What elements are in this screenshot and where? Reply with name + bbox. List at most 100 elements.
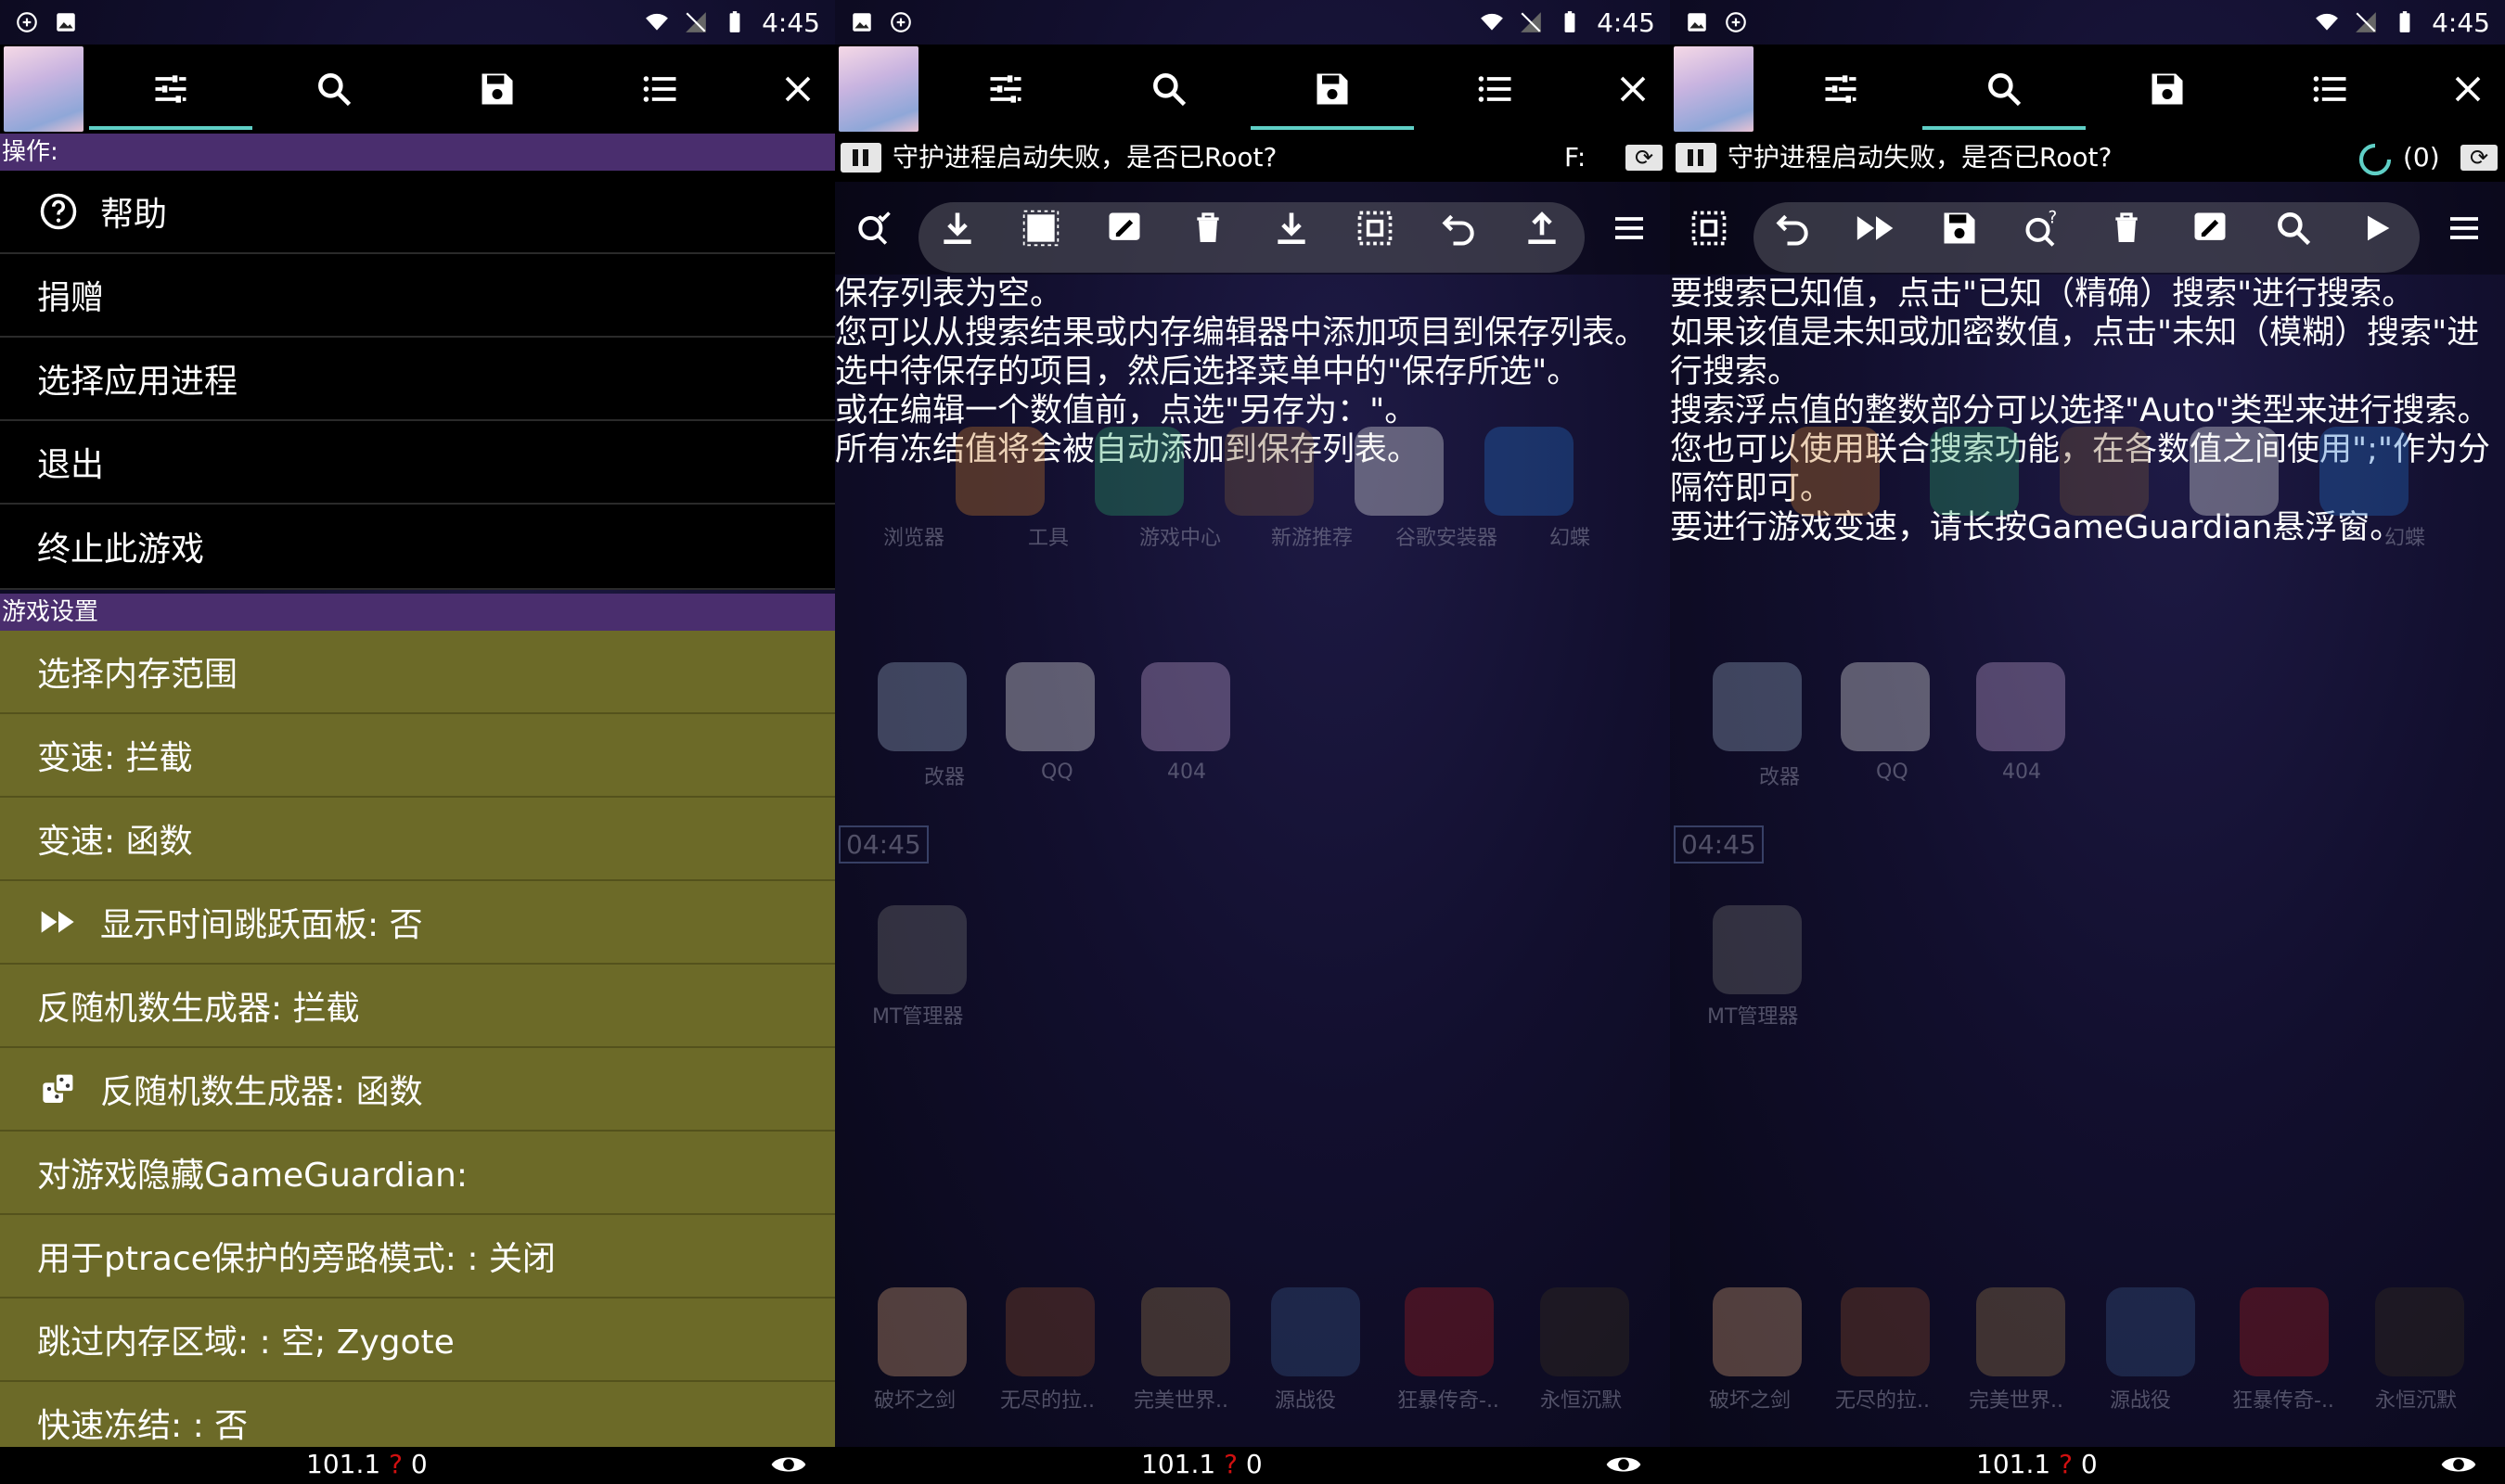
menu-item-kill-game[interactable]: 终止此游戏: [0, 505, 835, 590]
help-line: 或在编辑一个数值前，点选"另存为："。: [835, 392, 1418, 429]
count-label: 0: [410, 1449, 428, 1479]
tab-settings[interactable]: [89, 45, 252, 134]
setting-speed-function[interactable]: 变速: 函数: [0, 798, 835, 881]
setting-label: 选择内存范围: [37, 656, 238, 694]
tab-saved[interactable]: [2086, 45, 2249, 134]
bg-app-label: 永恒沉默: [2375, 1389, 2458, 1413]
eye-icon[interactable]: [770, 1451, 807, 1478]
eye-icon[interactable]: [2440, 1451, 2477, 1478]
app-avatar[interactable]: [1674, 46, 1754, 132]
setting-label: 跳过内存区域: : 空; Zygote: [37, 1324, 455, 1362]
undo-icon[interactable]: [1434, 204, 1483, 252]
select-region-icon[interactable]: [1351, 204, 1399, 252]
close-icon: [2455, 76, 2481, 102]
menu-item-select-process[interactable]: 选择应用进程: [0, 338, 835, 421]
setting-anti-rng-intercept[interactable]: 反随机数生成器: 拦截: [0, 965, 835, 1048]
menu-icon[interactable]: [2440, 204, 2488, 252]
bg-app-label: 404: [1167, 761, 1206, 784]
select-region-icon[interactable]: [1685, 204, 1733, 252]
saved-actions-bar: [835, 182, 1670, 275]
tab-settings[interactable]: [924, 45, 1087, 134]
fast-forward-icon[interactable]: [1852, 204, 1900, 252]
image-notification-icon: [853, 13, 871, 32]
bg-app-label: 浏览器: [883, 527, 945, 550]
menu-icon[interactable]: [1605, 204, 1653, 252]
app-avatar[interactable]: [4, 46, 84, 132]
fuzzy-search-icon[interactable]: ?: [2019, 204, 2067, 252]
bg-app-label: 永恒沉默: [1540, 1389, 1623, 1413]
edit-icon[interactable]: [2186, 204, 2234, 252]
setting-ptrace-bypass[interactable]: 用于ptrace保护的旁路模式: : 关闭: [0, 1215, 835, 1298]
select-all-icon[interactable]: [1017, 204, 1065, 252]
menu-item-help[interactable]: 帮助: [0, 171, 835, 254]
tab-list[interactable]: [1414, 45, 1577, 134]
pause-button[interactable]: [841, 143, 881, 173]
version-status: 101.1 ? 0: [306, 1449, 428, 1479]
app-notification-icon: [1726, 12, 1746, 32]
app-avatar[interactable]: [839, 46, 918, 132]
daemon-status-text: 守护进程启动失败，是否已Root?: [1728, 142, 2113, 173]
pause-button[interactable]: [1676, 143, 1716, 173]
gg-toolbar: [0, 45, 835, 134]
close-button[interactable]: [1596, 45, 1670, 134]
bg-clock: 04:45: [839, 825, 929, 864]
bg-app-icon: [1930, 427, 2019, 516]
tab-settings[interactable]: [1759, 45, 1922, 134]
bg-app-icon: [1405, 1287, 1494, 1376]
save-icon: [1317, 73, 1348, 105]
section-game-settings-header: 游戏设置: [0, 594, 835, 631]
bg-app-icon: [2375, 1287, 2464, 1376]
image-notification-icon: [57, 13, 75, 32]
tab-list[interactable]: [2249, 45, 2412, 134]
tab-saved[interactable]: [416, 45, 579, 134]
menu-item-label: 终止此游戏: [37, 531, 205, 569]
eye-icon[interactable]: [1605, 1451, 1642, 1478]
bg-app-label: 狂暴传奇-..: [2232, 1389, 2334, 1413]
daemon-status-line: 守护进程启动失败，是否已Root? F: ⟳: [835, 134, 1670, 182]
setting-time-jump-panel[interactable]: 显示时间跳跃面板: 否: [0, 881, 835, 965]
setting-speed-intercept[interactable]: 变速: 拦截: [0, 714, 835, 798]
load-icon[interactable]: [933, 204, 982, 252]
setting-memory-range[interactable]: 选择内存范围: [0, 631, 835, 714]
setting-hide-gg[interactable]: 对游戏隐藏GameGuardian:: [0, 1132, 835, 1215]
bg-app-icon: [1141, 662, 1230, 751]
clock: 4:45: [762, 6, 820, 38]
edit-icon[interactable]: [1100, 204, 1149, 252]
bg-clock: 04:45: [1674, 825, 1764, 864]
search-check-icon[interactable]: [850, 204, 898, 252]
bg-app-icon: [2319, 427, 2409, 516]
delete-icon[interactable]: [1184, 204, 1232, 252]
upload-icon[interactable]: [1518, 204, 1566, 252]
search-icon[interactable]: [2269, 204, 2318, 252]
wifi-icon: [1481, 13, 1504, 31]
question-mark: ?: [1224, 1449, 1238, 1479]
dice-icon: [37, 1068, 80, 1110]
setting-label: 用于ptrace保护的旁路模式: : 关闭: [37, 1240, 556, 1278]
refresh-button[interactable]: ⟳: [1625, 145, 1663, 171]
setting-fast-freeze[interactable]: 快速冻结: : 否: [0, 1382, 835, 1447]
tab-search[interactable]: [252, 45, 416, 134]
bg-app-icon: [2106, 1287, 2195, 1376]
save-icon: [2152, 73, 2183, 105]
tab-saved[interactable]: [1251, 45, 1414, 134]
menu-item-exit[interactable]: 退出: [0, 421, 835, 505]
refresh-button[interactable]: ⟳: [2460, 145, 2498, 171]
close-button[interactable]: [761, 45, 835, 134]
setting-anti-rng-function[interactable]: 反随机数生成器: 函数: [0, 1048, 835, 1132]
tab-search[interactable]: [1922, 45, 2086, 134]
download-icon[interactable]: [1267, 204, 1316, 252]
close-icon: [785, 76, 811, 102]
delete-icon[interactable]: [2102, 204, 2151, 252]
undo-icon[interactable]: [1768, 204, 1817, 252]
version-status: 101.1 ? 0: [1141, 1449, 1263, 1479]
setting-skip-memory-region[interactable]: 跳过内存区域: : 空; Zygote: [0, 1298, 835, 1382]
play-icon[interactable]: [2353, 204, 2401, 252]
menu-item-donate[interactable]: 捐赠: [0, 254, 835, 338]
actions-menu: 帮助 捐赠 选择应用进程 退出 终止此游戏: [0, 171, 835, 590]
result-count: (0): [2403, 142, 2440, 173]
close-button[interactable]: [2431, 45, 2505, 134]
save-icon[interactable]: [1935, 204, 1984, 252]
bg-app-label: 新游推荐: [1271, 527, 1354, 550]
tab-search[interactable]: [1087, 45, 1251, 134]
tab-list[interactable]: [579, 45, 742, 134]
